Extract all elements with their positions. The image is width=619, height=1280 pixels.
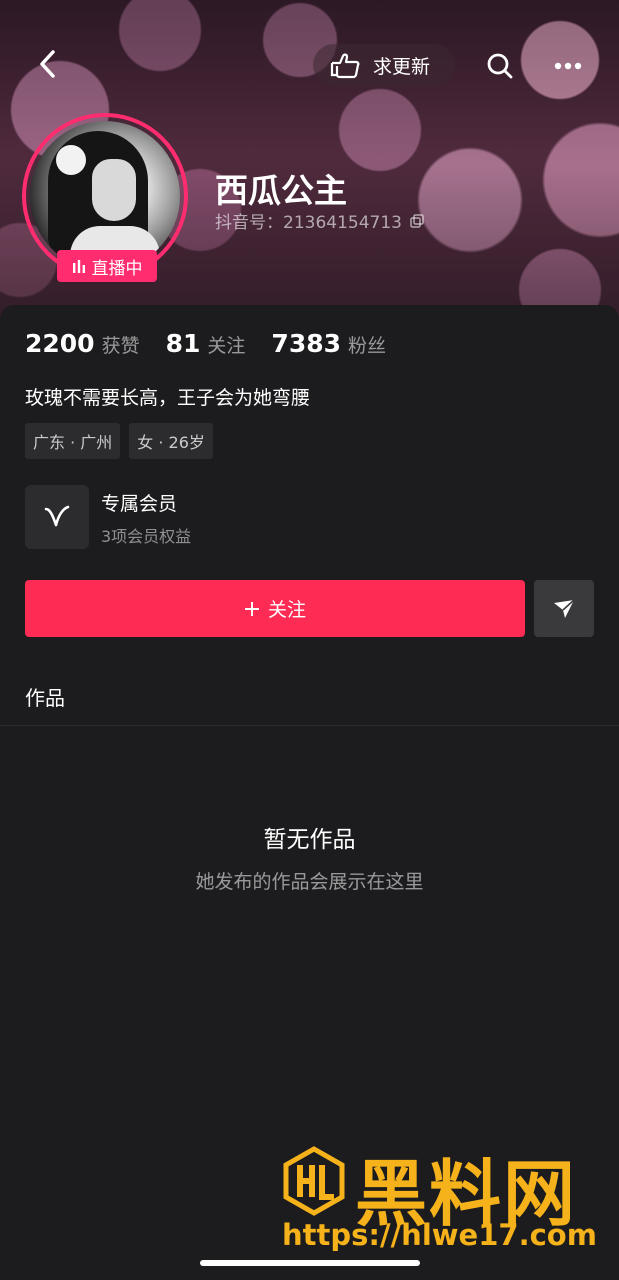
more-button[interactable] bbox=[548, 46, 588, 86]
live-label: 直播中 bbox=[91, 258, 143, 279]
follow-button[interactable]: 关注 bbox=[25, 580, 525, 637]
divider bbox=[0, 725, 619, 726]
top-bar: 求更新 bbox=[0, 40, 619, 90]
stat-following[interactable]: 81 关注 bbox=[166, 329, 246, 358]
plus-icon bbox=[244, 601, 259, 616]
follow-label: 关注 bbox=[267, 599, 306, 621]
stat-followers-count: 7383 bbox=[271, 329, 342, 358]
request-update-button[interactable]: 求更新 bbox=[313, 44, 455, 86]
search-icon bbox=[487, 53, 513, 79]
back-button[interactable] bbox=[30, 46, 66, 82]
watermark-logo-icon bbox=[283, 1146, 345, 1216]
member-v-icon bbox=[44, 505, 70, 527]
copy-icon[interactable] bbox=[410, 213, 424, 228]
send-icon bbox=[554, 598, 575, 618]
watermark-url: https://hlwe17.com bbox=[282, 1218, 597, 1252]
stat-following-count: 81 bbox=[165, 329, 201, 358]
stat-likes-label: 获赞 bbox=[101, 335, 140, 357]
home-indicator bbox=[200, 1260, 420, 1266]
member-icon-box bbox=[25, 485, 89, 549]
bio-text: 玫瑰不需要长高，王子会为她弯腰 bbox=[25, 387, 311, 409]
profile-name: 西瓜公主 bbox=[215, 171, 347, 210]
tab-works[interactable]: 作品 bbox=[25, 682, 65, 711]
hand-point-icon bbox=[330, 53, 360, 79]
member-subtitle: 3项会员权益 bbox=[101, 527, 192, 546]
live-badge[interactable]: 直播中 bbox=[57, 250, 157, 282]
stats-row: 2200 获赞 81 关注 7383 粉丝 bbox=[25, 329, 412, 358]
more-dots-icon bbox=[554, 62, 582, 70]
search-button[interactable] bbox=[480, 46, 520, 86]
location-tag: 广东 · 广州 bbox=[25, 423, 121, 459]
stat-following-label: 关注 bbox=[207, 335, 246, 357]
message-button[interactable] bbox=[534, 580, 594, 637]
douyin-id-text: 抖音号：21364154713 bbox=[215, 213, 402, 233]
stat-likes-count: 2200 bbox=[25, 329, 95, 358]
stat-likes[interactable]: 2200 获赞 bbox=[25, 329, 140, 358]
live-bars-icon bbox=[72, 260, 85, 273]
profile-card: 2200 获赞 81 关注 7383 粉丝 玫瑰不需要长高，王子会为她弯腰 广东… bbox=[0, 305, 619, 1280]
exclusive-member-entry[interactable]: 专属会员 3项会员权益 bbox=[25, 485, 325, 549]
douyin-id: 抖音号：21364154713 bbox=[215, 208, 424, 233]
chevron-left-icon bbox=[40, 50, 55, 78]
empty-state-title: 暂无作品 bbox=[263, 827, 356, 853]
empty-state-subtitle: 她发布的作品会展示在这里 bbox=[195, 871, 424, 893]
member-title: 专属会员 bbox=[101, 493, 178, 515]
profile-tags: 广东 · 广州 女 · 26岁 bbox=[25, 423, 213, 459]
request-update-label: 求更新 bbox=[373, 55, 431, 78]
stat-followers[interactable]: 7383 粉丝 bbox=[271, 329, 386, 358]
stat-followers-label: 粉丝 bbox=[348, 335, 387, 357]
avatar-image bbox=[30, 121, 180, 271]
gender-age-tag: 女 · 26岁 bbox=[129, 423, 213, 459]
